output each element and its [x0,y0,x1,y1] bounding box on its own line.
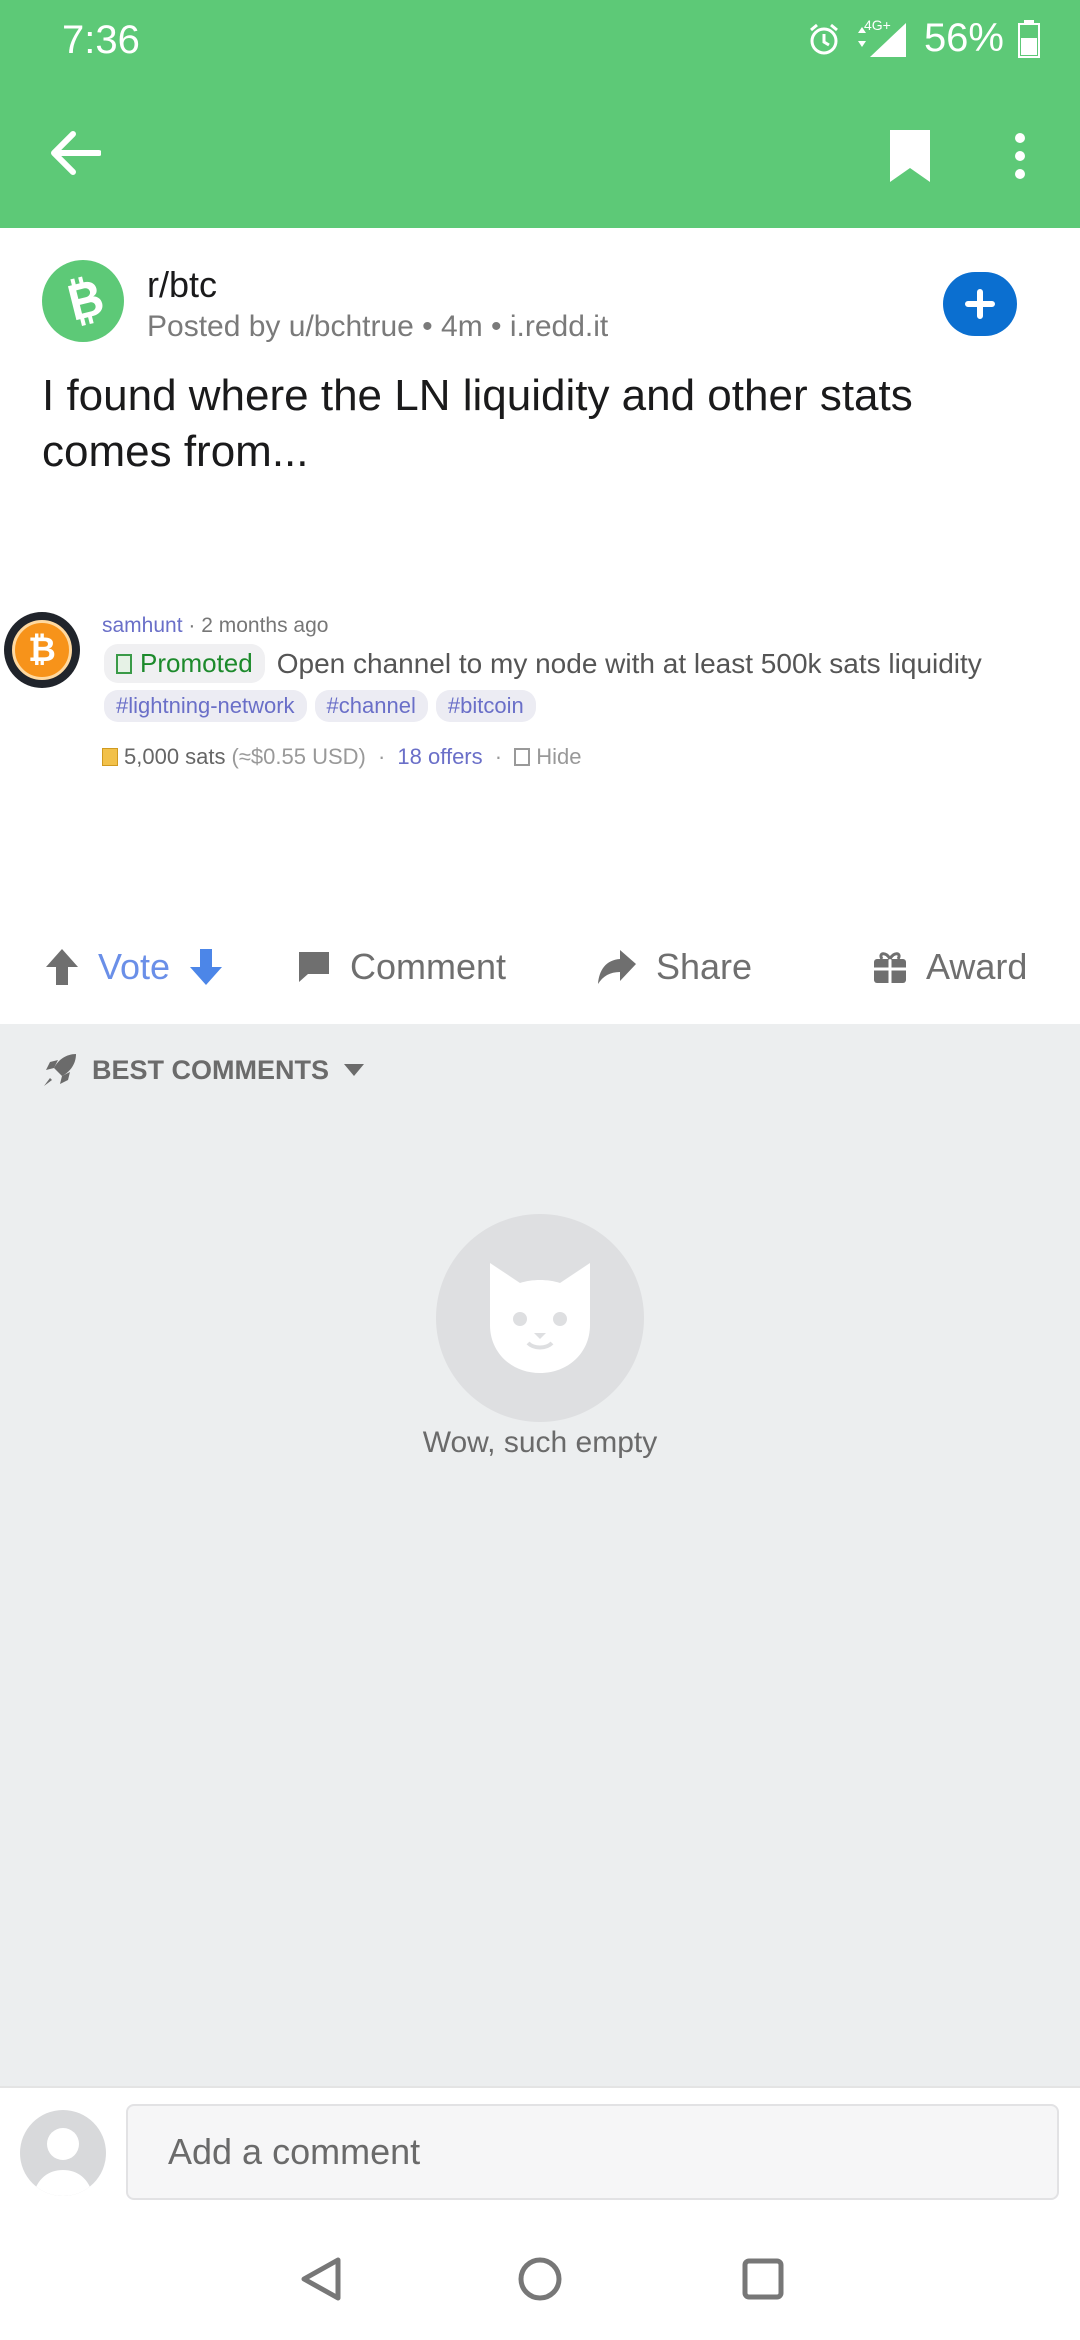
post-image[interactable]: ₿ samhunt · 2 months ago Promoted Open c… [0,608,1080,788]
system-nav-bar [0,2216,1080,2340]
embed-footer: 5,000 sats (≈$0.55 USD) · 18 offers · Hi… [102,744,581,770]
caret-down-icon [344,1064,365,1076]
post-title: I found where the LN liquidity and other… [42,371,913,476]
battery-level: 56% [923,16,1004,60]
post-card: r/btc Posted by u/bchtrue • 4m • i.redd.… [0,228,1080,1024]
upvote-icon[interactable] [44,947,80,987]
vote-group: Vote [44,946,224,988]
share-button[interactable]: Share [596,946,752,988]
usd-amount: (≈$0.55 USD) [231,744,366,769]
gift-icon [874,952,906,983]
comment-icon [299,952,329,982]
status-time: 7:36 [62,18,140,62]
share-icon [598,950,636,984]
post-action-bar: Vote Comment Share Award [0,920,1080,1024]
network-indicator: 4G+ [856,16,910,59]
more-options-button[interactable] [990,116,1050,196]
embed-user-avatar: ₿ [4,612,80,688]
add-comment-input[interactable]: Add a comment [126,2104,1059,2200]
nav-back-button[interactable] [296,2254,346,2304]
bitcoin-cash-icon [67,276,103,326]
arrow-left-icon [51,131,101,175]
comment-sort-label: BEST COMMENTS [92,1054,330,1085]
downvote-icon[interactable] [188,947,224,987]
status-bar: 7:36 4G+ 56% [0,0,1080,80]
share-label: Share [656,946,753,987]
subreddit-name[interactable]: r/btc [147,264,217,306]
tag-list: #lightning-network #channel #bitcoin [104,690,536,722]
rocket-icon [44,1054,76,1086]
nav-recents-button[interactable] [738,2254,788,2304]
embed-description: Open channel to my node with at least 50… [276,647,982,679]
more-vertical-icon [1015,133,1025,179]
user-avatar[interactable] [20,2110,106,2196]
plus-icon [965,289,995,319]
comment-composer: Add a comment [0,2086,1080,2216]
battery-icon [1018,19,1040,58]
hide-label: Hide [536,744,582,769]
status-icons: 4G+ 56% [806,16,1040,61]
post-meta: Posted by u/bchtrue • 4m • i.redd.it [147,310,609,343]
nav-home-button[interactable] [515,2254,565,2304]
tag-lightning-network: #lightning-network [104,690,307,722]
circle-home-icon [518,2257,562,2301]
embed-username: samhunt [102,614,183,637]
vote-count: Vote [98,946,171,987]
embed-timestamp: 2 months ago [201,614,329,637]
offers-count: 18 offers [397,744,483,769]
back-button[interactable] [40,118,110,188]
award-label: Award [926,946,1028,987]
app-toolbar [0,80,1080,228]
award-button[interactable]: Award [872,946,1027,988]
empty-state-text: Wow, such empty [422,1426,658,1459]
bitcoin-logo-icon: ₿ [12,620,72,680]
square-recents-icon [742,2258,784,2300]
triangle-back-icon [301,2257,341,2301]
empty-state-illustration [436,1214,644,1422]
tag-bitcoin: #bitcoin [435,690,536,722]
save-button[interactable] [870,116,950,196]
promoted-label: Promoted [140,648,253,678]
user-icon [33,2128,93,2196]
tag-channel: #channel [314,690,428,722]
comment-button[interactable]: Comment [296,946,506,988]
sats-icon [102,748,118,766]
bookmark-icon [890,130,930,182]
promoted-icon [116,653,132,674]
alarm-icon [809,23,838,54]
embed-content-row: Promoted Open channel to my node with at… [104,644,982,683]
comment-sort-button[interactable]: BEST COMMENTS [42,1052,365,1088]
join-subreddit-button[interactable] [943,272,1017,336]
promoted-badge: Promoted [104,644,265,683]
hide-icon [514,748,531,766]
comment-label: Comment [350,946,507,987]
subreddit-avatar[interactable] [42,260,124,342]
cat-face-icon [490,1263,590,1373]
network-type: 4G+ [863,16,891,33]
sats-amount: 5,000 sats [124,744,226,769]
embed-header: samhunt · 2 months ago [102,614,329,637]
